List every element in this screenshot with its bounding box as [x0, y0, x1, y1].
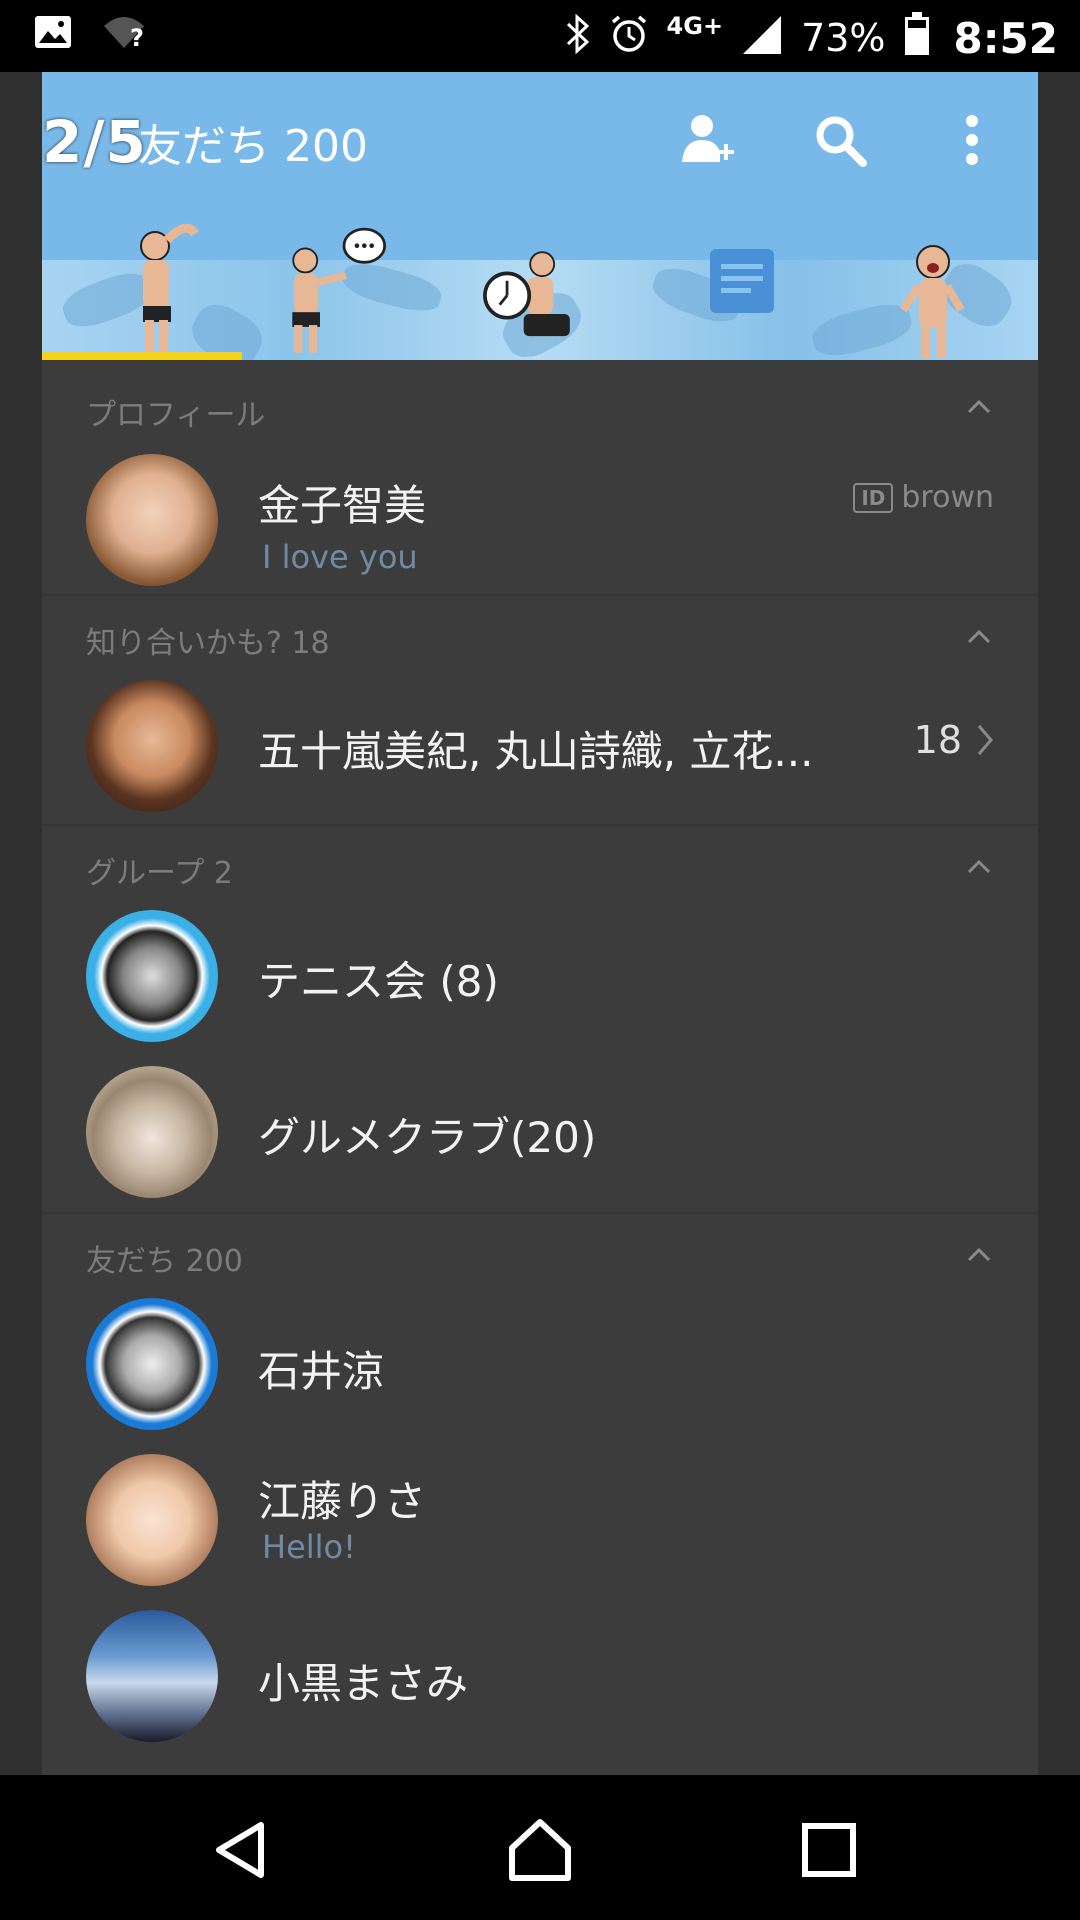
- profile-id: ID brown: [853, 480, 994, 515]
- home-icon: [509, 1819, 571, 1881]
- battery-percent: 73%: [801, 16, 886, 60]
- avatar: [86, 454, 218, 586]
- more-options-icon[interactable]: [932, 100, 1012, 180]
- section-header-suggestions: 知り合いかも? 18: [86, 626, 330, 661]
- tab-timeline[interactable]: [472, 220, 592, 360]
- group-row[interactable]: グルメクラブ(20): [42, 1058, 1038, 1214]
- chats-tab-icon: [292, 227, 386, 353]
- more-tab-icon: [899, 245, 965, 358]
- divider: [42, 1212, 1038, 1214]
- home-button[interactable]: [495, 1805, 585, 1895]
- wifi-unknown-label: ?: [130, 24, 144, 52]
- status-bar: ? 4G+ 73% 8:52: [0, 0, 1080, 72]
- tab-chats[interactable]: [272, 220, 392, 360]
- profile-row[interactable]: 金子智美 I love you ID brown: [42, 442, 1038, 594]
- divider: [42, 824, 1038, 826]
- app-header: 友だち 200: [42, 72, 1038, 360]
- collapse-friends-icon[interactable]: [964, 1240, 994, 1270]
- search-icon[interactable]: [800, 100, 880, 180]
- section-header-groups: グループ 2: [86, 856, 233, 891]
- suggested-names: 五十嵐美紀, 丸山詩織, 立花...: [258, 727, 814, 776]
- group-row[interactable]: テニス会 (8): [42, 902, 1038, 1058]
- avatar: [86, 680, 218, 812]
- avatar: [86, 1610, 218, 1742]
- back-button[interactable]: [196, 1805, 286, 1895]
- wifi-icon: ?: [102, 14, 150, 54]
- id-value: brown: [901, 480, 994, 515]
- signal-icon: [741, 14, 783, 63]
- profile-name: 金子智美: [258, 481, 427, 530]
- timeline-tab-icon: [483, 251, 570, 337]
- avatar: [86, 1066, 218, 1198]
- section-header-friends: 友だち 200: [86, 1244, 243, 1279]
- section-header-profile: プロフィール: [86, 398, 266, 433]
- navigation-bar: [0, 1775, 1080, 1920]
- profile-status: I love you: [262, 538, 418, 576]
- divider: [42, 594, 1038, 596]
- friends-tab-icon: [140, 223, 199, 356]
- friend-status: Hello!: [262, 1528, 356, 1566]
- friend-row[interactable]: 小黒まさみ: [42, 1600, 1038, 1756]
- bluetooth-icon: [565, 13, 591, 63]
- avatar: [86, 1298, 218, 1430]
- page-indicator: 2/5: [42, 108, 147, 176]
- network-type: 4G+: [666, 12, 724, 40]
- recents-button[interactable]: [784, 1805, 874, 1895]
- collapse-suggestions-icon[interactable]: [964, 622, 994, 652]
- header-title: 友だち 200: [138, 121, 368, 172]
- alarm-icon: [609, 14, 649, 63]
- group-name: グルメクラブ(20): [258, 1113, 597, 1162]
- id-badge: ID: [853, 482, 894, 513]
- active-tab-indicator: [42, 352, 242, 360]
- friends-screen: 友だち 200 プロフィール 金子智美 I love you ID brown …: [42, 72, 1038, 1775]
- friend-row[interactable]: 石井涼: [42, 1288, 1038, 1444]
- add-friend-icon[interactable]: [668, 100, 748, 180]
- avatar: [86, 1454, 218, 1586]
- tab-more[interactable]: [872, 220, 992, 360]
- chevron-right-icon: [977, 725, 993, 755]
- suggestion-count-value: 18: [913, 718, 962, 762]
- friend-name: 石井涼: [258, 1347, 385, 1396]
- clock: 8:52: [953, 13, 1058, 63]
- tab-news[interactable]: [682, 220, 802, 360]
- friend-name: 江藤りさ: [258, 1477, 427, 1526]
- collapse-groups-icon[interactable]: [964, 852, 994, 882]
- collapse-profile-icon[interactable]: [964, 392, 994, 422]
- suggestions-row[interactable]: 五十嵐美紀, 丸山詩織, 立花... 18: [42, 672, 1038, 824]
- tab-friends[interactable]: [102, 220, 222, 360]
- avatar: [86, 910, 218, 1042]
- news-tab-icon: [710, 249, 774, 313]
- back-icon: [216, 1822, 264, 1878]
- battery-icon: [904, 11, 930, 65]
- friend-row[interactable]: 江藤りさ Hello!: [42, 1444, 1038, 1600]
- group-name: テニス会 (8): [258, 957, 499, 1006]
- friend-name: 小黒まさみ: [258, 1659, 469, 1708]
- suggestion-count: 18: [914, 718, 994, 762]
- image-notification-icon: [34, 15, 72, 53]
- recents-icon: [802, 1823, 856, 1877]
